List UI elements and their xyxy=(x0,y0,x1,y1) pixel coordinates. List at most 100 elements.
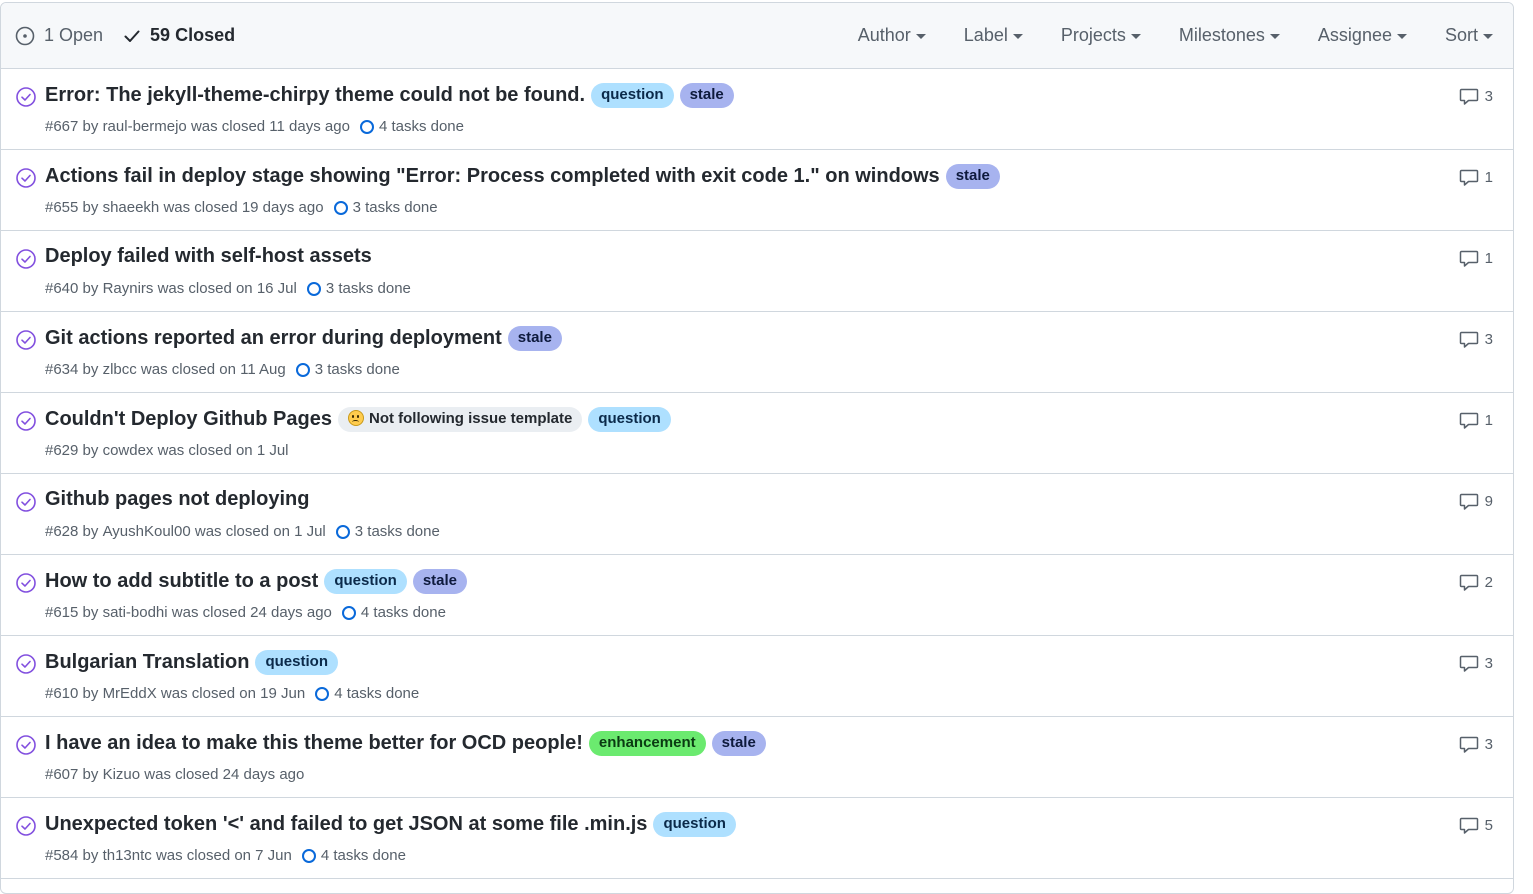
issue-label[interactable]: question xyxy=(591,83,674,108)
issue-closed-icon xyxy=(16,492,36,512)
issue-closed-time: was closed 19 days ago xyxy=(163,199,324,216)
issue-status xyxy=(15,491,37,518)
issue-row: Github pages not deploying #628 by AyushK… xyxy=(1,474,1513,555)
issue-meta: #610 by MrEddX was closed on 19 Jun 4 tas… xyxy=(45,685,419,702)
issue-title-link[interactable]: Error: The jekyll-theme-chirpy theme cou… xyxy=(45,84,585,107)
issue-closed-icon xyxy=(16,168,36,188)
issue-number: #629 xyxy=(45,442,79,459)
issue-by-text: by xyxy=(82,442,99,459)
issue-comments-link[interactable]: 1 xyxy=(1459,410,1493,430)
issue-comments-link[interactable]: 9 xyxy=(1459,491,1493,511)
issue-author-link[interactable]: Raynirs xyxy=(103,280,154,297)
task-progress: 4 tasks done xyxy=(315,685,419,702)
issue-title-link[interactable]: How to add subtitle to a post xyxy=(45,570,318,593)
issue-label-text: question xyxy=(598,410,661,427)
issue-status xyxy=(15,572,37,599)
issue-author-link[interactable]: MrEddX xyxy=(103,685,157,702)
issue-number: #584 xyxy=(45,847,79,864)
issue-title-link[interactable]: I have an idea to make this theme better… xyxy=(45,732,583,755)
task-progress-icon xyxy=(306,281,321,296)
issue-label[interactable]: stale xyxy=(945,164,1000,189)
issue-title-link[interactable]: Unexpected token '<' and failed to get J… xyxy=(45,813,647,836)
issue-author-link[interactable]: shaeekh xyxy=(103,199,160,216)
issue-label[interactable]: question xyxy=(653,812,736,837)
issue-comments-link[interactable]: 3 xyxy=(1459,329,1493,349)
filter-label: Label xyxy=(963,25,1008,45)
issue-label-text: enhancement xyxy=(598,734,696,751)
issue-label[interactable]: stale xyxy=(507,326,562,351)
task-progress: 3 tasks done xyxy=(335,523,440,540)
comment-icon xyxy=(1459,493,1478,510)
comment-count: 2 xyxy=(1484,573,1493,591)
task-progress-icon xyxy=(335,524,350,539)
issue-meta: #628 by AyushKoul00 was closed on 1 Jul 3… xyxy=(45,523,440,540)
closed-issues-toggle[interactable]: 59 Closed xyxy=(123,25,235,46)
issue-meta: #607 by Kizuo was closed 24 days ago xyxy=(45,766,304,783)
task-progress: 3 tasks done xyxy=(295,361,400,378)
issue-by-text: by xyxy=(82,523,99,540)
issue-label-text: stale xyxy=(689,86,724,103)
issue-label[interactable]: stale xyxy=(412,569,468,594)
caret-down-icon xyxy=(1269,34,1280,39)
comment-count: 1 xyxy=(1484,411,1493,429)
issue-label-text: stale xyxy=(422,572,458,589)
issue-title-link[interactable]: Couldn't Deploy Github Pages xyxy=(45,408,332,431)
issue-author-link[interactable]: zlbcc xyxy=(103,361,137,378)
issue-author-link[interactable]: AyushKoul00 xyxy=(103,523,191,540)
issue-author-link[interactable]: sati-bodhi xyxy=(103,604,168,621)
closed-count-label: 59 Closed xyxy=(150,25,236,45)
issue-comments-link[interactable]: 3 xyxy=(1459,653,1493,673)
filter-label: Sort xyxy=(1444,25,1478,45)
filter-author[interactable]: Author xyxy=(858,25,926,46)
issue-label[interactable]: question xyxy=(324,569,407,594)
issue-label-text: stale xyxy=(517,329,552,346)
caret-down-icon xyxy=(1130,34,1141,39)
issue-comments-link[interactable]: 3 xyxy=(1459,734,1493,754)
task-progress: 4 tasks done xyxy=(341,604,446,621)
issue-comments-link[interactable]: 1 xyxy=(1459,167,1493,187)
issue-comments-link[interactable]: 1 xyxy=(1459,248,1493,268)
filter-milestones[interactable]: Milestones xyxy=(1179,25,1280,46)
issue-label[interactable]: Not following issue template xyxy=(337,407,583,432)
issue-number: #634 xyxy=(45,361,79,378)
issue-title-line: I have an idea to make this theme better… xyxy=(45,731,766,756)
issue-title-line: Deploy failed with self-host assets xyxy=(45,245,372,268)
issue-label[interactable]: enhancement xyxy=(588,731,706,756)
filter-projects[interactable]: Projects xyxy=(1061,25,1141,46)
issue-author-link[interactable]: th13ntc xyxy=(103,847,152,864)
frowning-face-icon xyxy=(347,410,364,426)
issue-comments-link[interactable]: 2 xyxy=(1459,572,1493,592)
issue-title-link[interactable]: Github pages not deploying xyxy=(45,488,309,511)
comment-count: 9 xyxy=(1484,492,1493,510)
filter-assignee[interactable]: Assignee xyxy=(1318,25,1407,46)
issue-author-link[interactable]: raul-bermejo xyxy=(103,118,187,135)
issue-closed-time: was closed 24 days ago xyxy=(171,604,332,621)
task-progress-icon xyxy=(301,848,316,863)
filter-label[interactable]: Label xyxy=(964,25,1023,46)
comment-icon xyxy=(1459,655,1478,672)
issue-comments-link[interactable]: 3 xyxy=(1459,86,1493,106)
filter-sort[interactable]: Sort xyxy=(1445,25,1493,46)
issue-title-link[interactable]: Deploy failed with self-host assets xyxy=(45,245,372,268)
issue-number: #655 xyxy=(45,199,79,216)
comment-icon xyxy=(1459,412,1478,429)
issue-title-link[interactable]: Git actions reported an error during dep… xyxy=(45,327,502,350)
issue-title-link[interactable]: Bulgarian Translation xyxy=(45,651,249,674)
issue-author-link[interactable]: cowdex xyxy=(103,442,154,459)
open-count-label: 1 Open xyxy=(44,25,104,45)
comment-icon xyxy=(1459,817,1478,834)
issue-label[interactable]: stale xyxy=(711,731,766,756)
caret-down-icon xyxy=(1012,34,1023,39)
issue-closed-time: was closed on 19 Jun xyxy=(160,685,306,702)
issues-list-header: 1 Open 59 Closed Author Label Projects Mile… xyxy=(1,3,1513,69)
issue-title-line: Error: The jekyll-theme-chirpy theme cou… xyxy=(45,83,734,108)
issue-label[interactable]: stale xyxy=(679,83,734,108)
issue-title-link[interactable]: Actions fail in deploy stage showing "Er… xyxy=(45,165,940,188)
issue-label[interactable]: question xyxy=(255,650,338,675)
issue-closed-time: was closed on 11 Aug xyxy=(140,361,286,378)
open-issues-toggle[interactable]: 1 Open xyxy=(15,25,103,46)
task-progress-text: 4 tasks done xyxy=(320,847,406,864)
issue-comments-link[interactable]: 5 xyxy=(1459,815,1493,835)
issue-author-link[interactable]: Kizuo xyxy=(103,766,141,783)
issue-label[interactable]: question xyxy=(588,407,671,432)
